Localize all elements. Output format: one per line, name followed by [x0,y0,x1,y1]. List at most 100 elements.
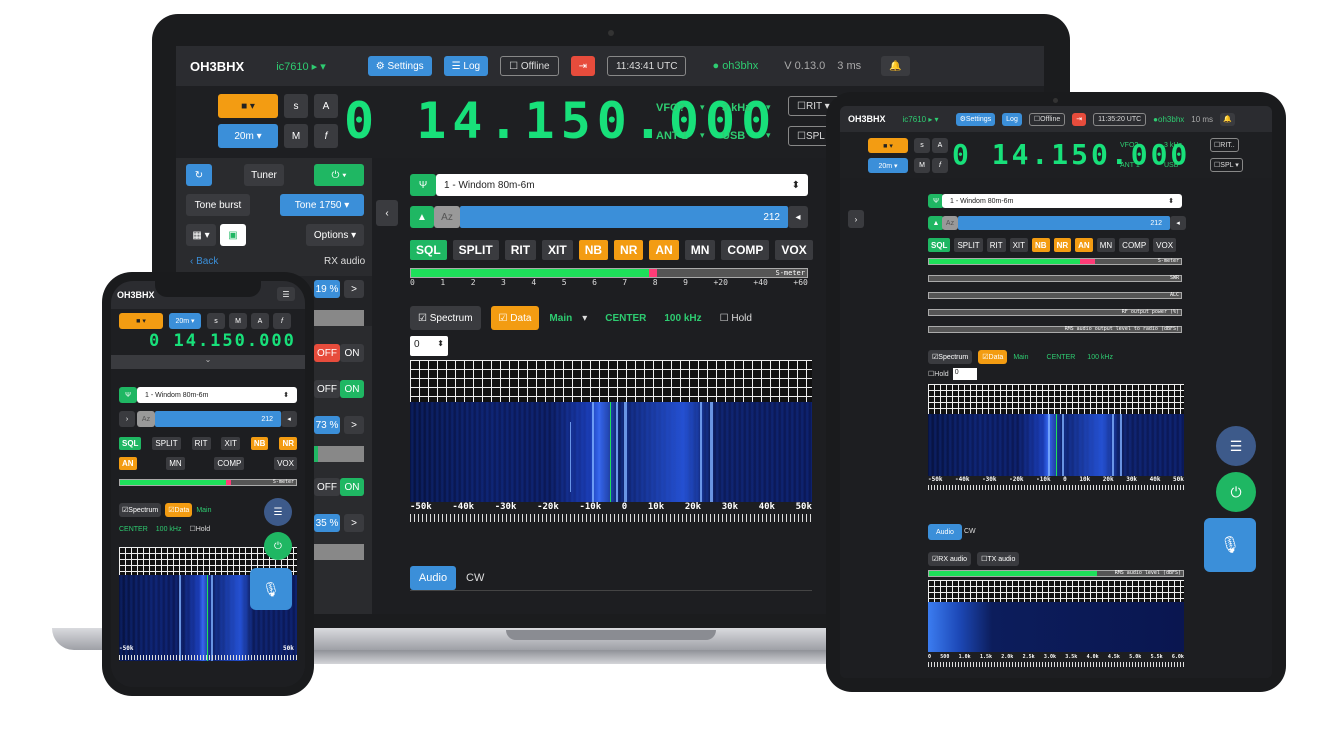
split-button[interactable]: SPLIT [954,238,983,252]
receiver-selector[interactable]: Main [196,507,211,514]
rotator-button[interactable]: ▲ [410,206,434,228]
receiver-selector[interactable]: Main [1013,354,1028,361]
power-button[interactable]: ⏻ ▾ [314,164,364,186]
log-button[interactable]: ☰ Log [443,56,489,76]
frequency-display[interactable]: 0 14.150.000 [952,138,1190,171]
bandwidth-selector[interactable]: 3 kHz [1164,142,1182,149]
options-dropdown[interactable]: Options ▾ [306,224,364,246]
tab-audio[interactable]: Audio [410,566,456,590]
function-button[interactable]: f [314,124,338,148]
hold-toggle[interactable]: ☐Hold [928,370,949,378]
stop-dropdown-button[interactable]: ■ ▾ [119,313,163,329]
function-button[interactable]: f [932,158,948,173]
radio-selector[interactable]: ic7610 ▸ ▾ [276,60,326,73]
power-fab[interactable]: ⏻ [1216,472,1256,512]
waterfall-display[interactable] [928,414,1184,476]
nr-button[interactable]: NR [279,437,297,450]
vfo-selector[interactable]: VFO? [656,102,685,114]
memory-button[interactable]: M [914,158,930,173]
nb-button[interactable]: NB [578,240,609,260]
antenna-selector[interactable]: ANT 1 [656,130,688,142]
mode-selector[interactable]: USB [722,130,745,142]
spectrum-graph[interactable] [410,360,812,402]
rit-button[interactable]: RIT [504,240,537,260]
rx-audio-toggle[interactable]: ☑ RX audio [928,552,972,566]
split-button[interactable]: SPLIT [152,437,181,450]
off-toggle[interactable]: OFF [314,344,340,362]
step-s-button[interactable]: s [914,138,930,153]
comp-button[interactable]: COMP [1119,238,1150,252]
sql-button[interactable]: SQL [928,238,951,252]
tuner-button[interactable]: Tuner [244,164,284,186]
gain-slider[interactable] [314,544,364,560]
list-fab[interactable]: ☰ [1216,426,1256,466]
vox-button[interactable]: VOX [274,457,297,470]
tab-cw[interactable]: CW [466,572,484,584]
azimuth-slider[interactable]: 212 [460,206,788,228]
an-button[interactable]: AN [119,457,137,470]
refresh-button[interactable]: ↻ [186,164,212,186]
notifications-button[interactable]: 🔔 [881,56,910,76]
antenna-icon-button[interactable]: Ψ [119,387,137,403]
logout-button[interactable]: ⇥ [570,56,595,76]
expand-panel-button[interactable]: › [119,411,135,427]
next-button[interactable]: > [344,514,364,532]
ptt-microphone-button[interactable]: 🎙 [1204,518,1256,572]
nr-button[interactable]: NR [1053,238,1072,252]
vox-button[interactable]: VOX [775,240,813,260]
tone-burst-button[interactable]: Tone burst [186,194,250,216]
mn-button[interactable]: MN [1096,238,1116,252]
stop-dropdown-button[interactable]: ■ ▾ [868,138,908,153]
power-fab[interactable]: ⏻ [264,532,292,560]
nb-button[interactable]: NB [1032,238,1050,252]
rit-button[interactable]: RIT [191,437,211,450]
audio-waterfall[interactable] [928,602,1184,652]
hold-toggle[interactable]: ☐Hold [189,525,210,533]
spectrum-toggle[interactable]: ☑ Spectrum [410,306,481,330]
sql-button[interactable]: SQL [119,437,142,450]
data-toggle[interactable]: ☑ Data [490,306,540,330]
level-slider[interactable] [314,446,364,462]
audio-spectrum[interactable] [928,580,1184,602]
on-toggle[interactable]: ON [340,344,364,362]
log-button[interactable]: Log [1002,112,1022,126]
menu-button[interactable]: ☰ [277,287,295,301]
tx-audio-toggle[interactable]: ☐ TX audio [977,552,1020,566]
an-button[interactable]: AN [649,240,679,260]
comp-button[interactable]: COMP [214,457,245,470]
nb-button[interactable]: NB [250,437,269,450]
off-toggle[interactable]: OFF [314,478,340,496]
volume-slider[interactable] [314,310,364,326]
off-toggle[interactable]: OFF [314,380,340,398]
notifications-button[interactable]: 🔔 [1220,112,1235,126]
span-selector[interactable]: 100 kHz [664,313,701,324]
data-toggle[interactable]: ☑ Data [165,503,193,517]
vfo-a-button[interactable]: A [251,313,269,329]
settings-button[interactable]: ⚙ Settings [367,56,432,76]
receiver-selector[interactable]: Main [549,313,572,324]
xit-button[interactable]: XIT [1009,238,1029,252]
comp-button[interactable]: COMP [721,240,770,260]
reference-level-input[interactable]: 0 ⬍ [410,336,448,356]
frequency-display[interactable]: 0 14.150.000 [149,331,296,351]
offline-toggle[interactable]: ☐ Offline [500,56,559,76]
memory-button[interactable]: M [229,313,247,329]
tone-1750-button[interactable]: Tone 1750 ▾ [280,194,364,216]
ptt-microphone-button[interactable]: 🎙 [250,568,292,610]
azimuth-left-button[interactable]: ◂ [1170,216,1186,230]
radio-selector[interactable]: ic7610 ▸ ▾ [903,115,939,124]
rit-toggle[interactable]: ☐ RIT.. [1210,138,1239,152]
band-selector[interactable]: 20m ▾ [868,158,908,173]
stop-dropdown-button[interactable]: ■ ▾ [218,94,278,118]
antenna-select[interactable]: 1 - Windom 80m-6m ⬍ [942,194,1182,208]
xit-button[interactable]: XIT [542,240,573,260]
on-toggle[interactable]: ON [340,478,364,496]
spectrum-toggle[interactable]: ☑ Spectrum [928,350,973,364]
reference-level-input[interactable]: 0 [952,368,977,380]
mode-selector[interactable]: USB [1164,162,1178,169]
rit-button[interactable]: RIT [986,238,1006,252]
waterfall-display[interactable] [410,402,812,502]
sql-button[interactable]: SQL [410,240,447,260]
mn-button[interactable]: MN [684,240,716,260]
tab-cw[interactable]: CW [964,528,976,535]
